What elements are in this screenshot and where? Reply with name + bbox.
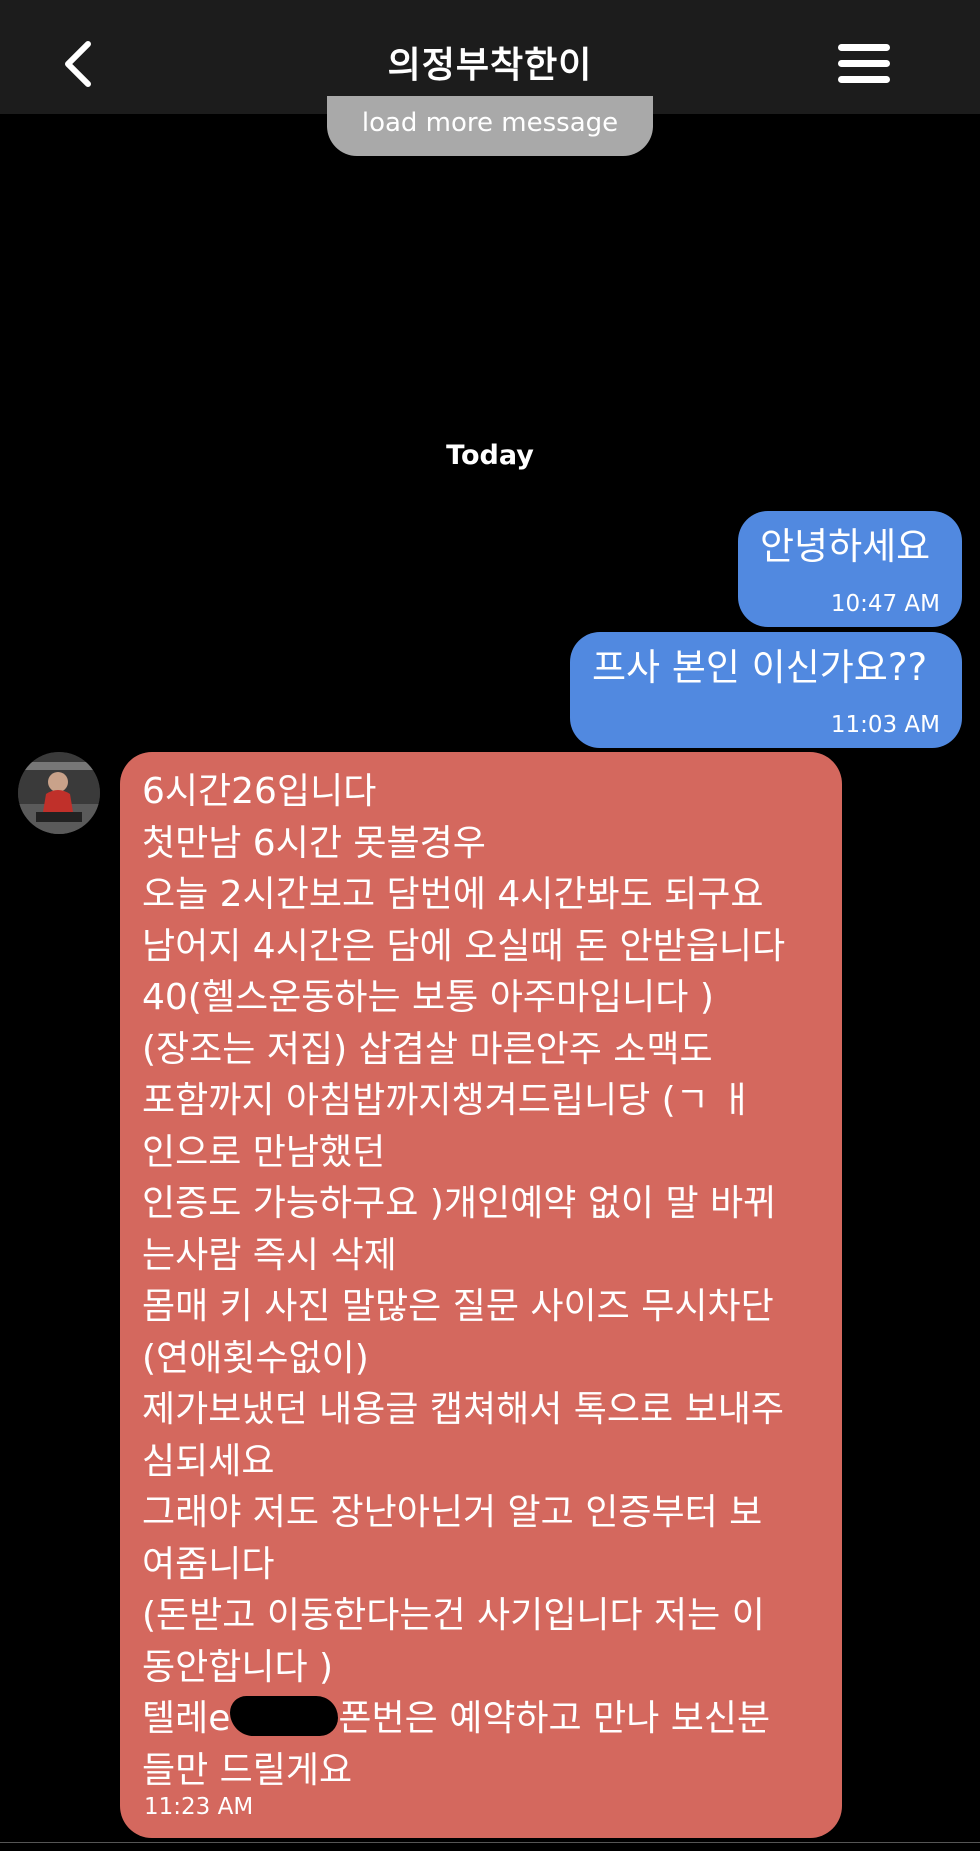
message-line: 포함까지 아침밥까지챙겨드립니당 (ㄱ ㅐ — [142, 1080, 754, 1121]
contact-avatar[interactable] — [18, 752, 100, 834]
message-line: 제가보냈던 내용글 캡쳐해서 톡으로 보내주 — [142, 1389, 784, 1430]
message-line: (장조는 저집) 삽겹살 마른안주 소맥도 — [142, 1028, 713, 1070]
message-line: (연애횟수없이) — [142, 1337, 369, 1379]
incoming-message[interactable]: 6시간26입니다 첫만남 6시간 못볼경우 오늘 2시간보고 담번에 4시간봐도… — [120, 752, 842, 1838]
message-time: 10:47 AM — [830, 591, 940, 617]
message-line: 40(헬스운동하는 보통 아주마입니다 ) — [142, 977, 714, 1018]
menu-button[interactable] — [838, 44, 892, 84]
message-line: 인증도 가능하구요 )개인예약 없이 말 바뀌 — [142, 1183, 777, 1224]
day-divider: Today — [446, 440, 534, 471]
redacted-line-end: 폰번은 예약하고 만나 보신분 — [338, 1698, 771, 1739]
message-line: 들만 드릴게요 — [142, 1749, 353, 1791]
message-line: 여줌니다 — [142, 1543, 275, 1585]
hamburger-menu-icon — [838, 44, 890, 51]
message-line: 동안합니다 ) — [142, 1646, 334, 1688]
message-line-redacted: 텔레e 폰번은 예약하고 만나 보신분 — [142, 1693, 818, 1745]
message-line: 첫만남 6시간 못볼경우 — [142, 822, 486, 864]
message-time: 11:03 AM — [830, 712, 940, 738]
outgoing-message[interactable]: 프사 본인 이신가요?? 11:03 AM — [570, 632, 962, 748]
load-more-button[interactable]: load more message — [327, 96, 653, 156]
outgoing-message[interactable]: 안녕하세요 10:47 AM — [738, 511, 962, 627]
message-line: 오늘 2시간보고 담번에 4시간봐도 되구요 — [142, 874, 764, 915]
message-line: 는사람 즉시 삭제 — [142, 1234, 397, 1276]
redaction-mark — [230, 1696, 339, 1736]
message-line: 몸매 키 사진 말많은 질문 사이즈 무시차단 — [142, 1286, 774, 1327]
message-line: 인으로 만남했던 — [142, 1131, 386, 1173]
chat-title: 의정부착한이 — [387, 45, 593, 86]
message-text: 프사 본인 이신가요?? — [592, 646, 928, 689]
message-text: 안녕하세요 — [760, 525, 931, 568]
redacted-line-start: 텔레e — [142, 1698, 231, 1739]
message-time: 11:23 AM — [144, 1794, 254, 1820]
message-line: 그래야 저도 장난아닌거 알고 인증부터 보 — [142, 1492, 763, 1533]
message-line: 심되세요 — [142, 1440, 275, 1482]
message-line: 남어지 4시간은 담에 오실때 돈 안받읍니다 — [142, 925, 786, 967]
message-line: 6시간26입니다 — [142, 771, 377, 812]
message-line: (돈받고 이동한다는건 사기입니다 저는 이 — [142, 1595, 765, 1636]
